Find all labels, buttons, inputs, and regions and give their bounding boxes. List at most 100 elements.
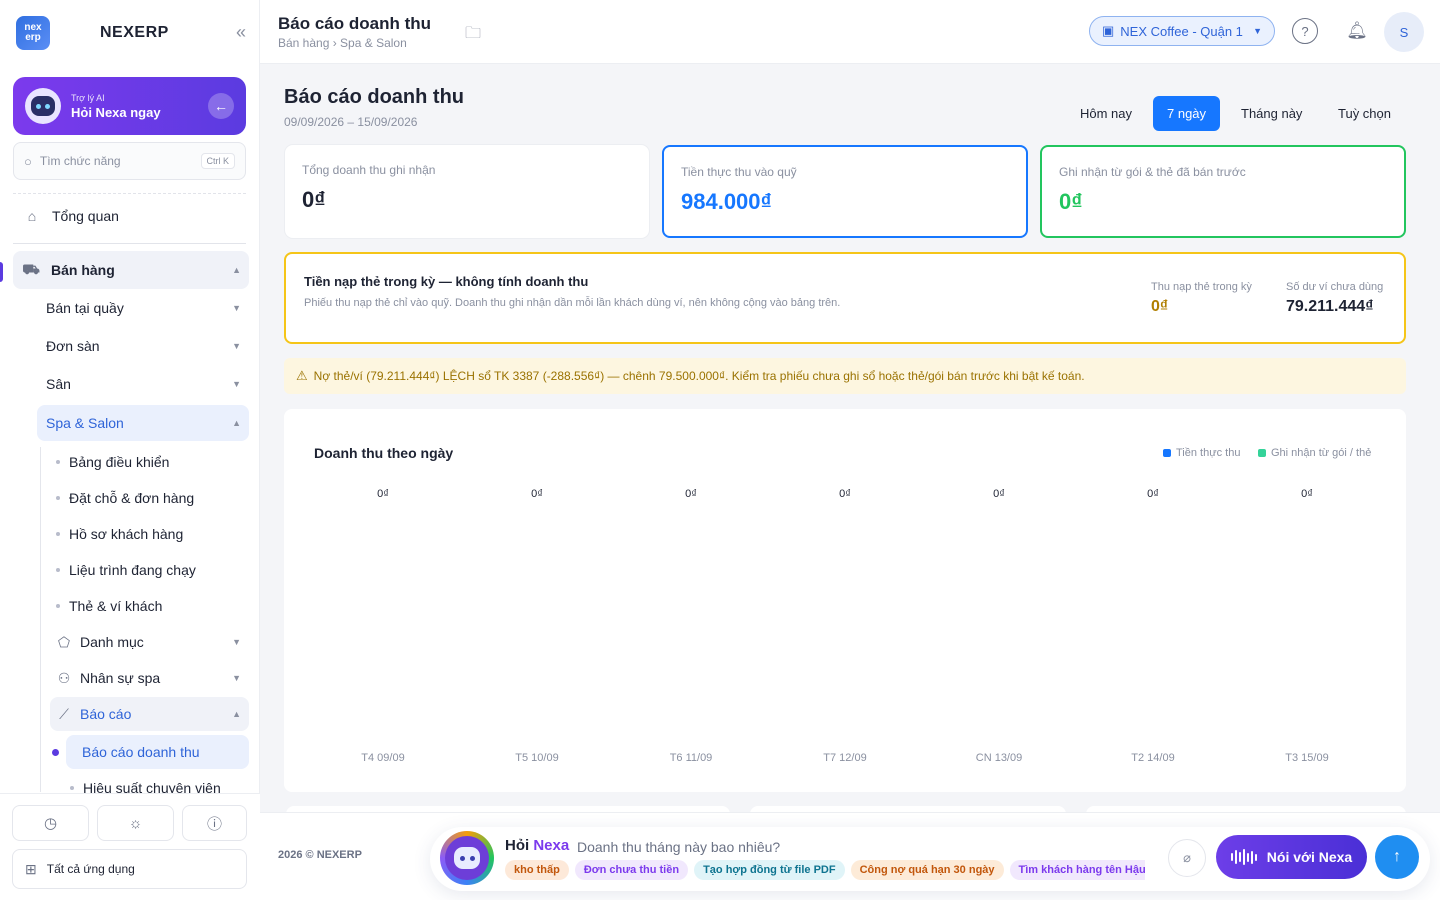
- notice-title: Tiền nạp thẻ trong kỳ — không tính doanh…: [304, 274, 589, 289]
- revenue-by-day-chart: Doanh thu theo ngày Tiền thực thu Ghi nh…: [284, 409, 1406, 792]
- collapse-sidebar-icon[interactable]: «: [236, 22, 246, 43]
- legend-cash[interactable]: Tiền thực thu: [1163, 447, 1240, 459]
- all-apps-button[interactable]: ⊞ Tất cả ứng dụng: [12, 849, 247, 889]
- talk-to-nexa-button[interactable]: Nói với Nexa: [1216, 835, 1367, 879]
- function-search[interactable]: ○ Tìm chức năng Ctrl K: [13, 142, 246, 180]
- x-axis-tick-label: T6 11/09: [669, 752, 713, 764]
- bar-value-label: 0₫: [377, 488, 389, 500]
- alert-circle-icon: ⓘ: [206, 815, 222, 833]
- nav-pos[interactable]: Bán tại quầy ▼: [46, 298, 249, 318]
- ask-title-brand: Nexa: [533, 837, 570, 854]
- suggestion-chips: kho thấp Đơn chưa thu tiền Tạo hợp đồng từ…: [505, 860, 1145, 882]
- nav-revenue-report[interactable]: Báo cáo doanh thu: [66, 735, 249, 769]
- bar-value-label: 0₫: [1301, 488, 1313, 500]
- topbar-title: Báo cáo doanh thu: [278, 14, 431, 33]
- nav-reports[interactable]: ⟋ Báo cáo ▲: [50, 697, 249, 731]
- nav-staff-label: Nhân sự spa: [80, 670, 161, 686]
- divider: [13, 193, 246, 194]
- ask-input[interactable]: Doanh thu tháng này bao nhiêu?: [577, 839, 780, 855]
- nav-spa-salon[interactable]: Spa & Salon ▲: [37, 405, 249, 441]
- cart-icon: ⛟: [22, 260, 40, 277]
- ask-title: Hỏi Nexa: [505, 837, 569, 854]
- range-7-days[interactable]: 7 ngày: [1153, 96, 1221, 131]
- tag-icon: ⬠: [57, 633, 71, 650]
- nav-sales[interactable]: ⛟ Bán hàng ▲: [13, 251, 249, 289]
- help-icon[interactable]: ?: [1292, 18, 1318, 44]
- brand[interactable]: nex erp NEXERP «: [16, 16, 246, 50]
- range-today[interactable]: Hôm nay: [1066, 96, 1146, 131]
- nav-overview[interactable]: ⌂ Tổng quan: [22, 205, 246, 227]
- suggestion-chip[interactable]: Tìm khách hàng tên Hậu: [1009, 860, 1145, 880]
- breadcrumb[interactable]: Bán hàng › Spa & Salon: [278, 36, 407, 50]
- store-icon: ▣: [1102, 23, 1115, 38]
- warning-icon: ⚠: [296, 368, 308, 383]
- user-icon: ⚇: [57, 669, 71, 686]
- bar-value-label: 0₫: [839, 488, 851, 500]
- nav-catalog[interactable]: ⬠ Danh mục ▼: [54, 632, 249, 652]
- arrow-left-icon[interactable]: ←: [208, 93, 234, 119]
- chevron-down-icon: ▼: [232, 303, 241, 313]
- bullet-dot: [70, 786, 74, 790]
- nav-spa-dashboard-label: Bảng điều khiển: [69, 454, 170, 470]
- nav-spa-bookings[interactable]: Đặt chỗ & đơn hàng: [56, 488, 194, 508]
- robot-icon: [25, 88, 61, 124]
- nav-overview-label: Tổng quan: [52, 208, 119, 224]
- bullet-dot: [56, 496, 60, 500]
- history-button[interactable]: ◷: [12, 805, 89, 841]
- copyright: 2026 © NEXERP: [278, 849, 362, 861]
- bell-icon[interactable]: 🔔︎: [1344, 18, 1370, 44]
- nav-spa-customers[interactable]: Hồ sơ khách hàng: [56, 524, 183, 544]
- kpi-value: 0₫: [302, 187, 326, 212]
- kpi-total-revenue: Tổng doanh thu ghi nhận 0₫: [285, 145, 649, 238]
- all-apps-label: Tất cả ứng dụng: [46, 862, 135, 876]
- alert-button[interactable]: ⓘ: [182, 805, 247, 841]
- kpi-prepaid-recognized: Ghi nhận từ gói & thẻ đã bán trước 0₫: [1040, 145, 1406, 238]
- x-axis-tick-label: T7 12/09: [823, 752, 867, 764]
- apps-grid-icon: ⊞: [25, 860, 37, 877]
- folder-icon[interactable]: 🗀: [465, 22, 481, 49]
- legend-prepaid[interactable]: Ghi nhận từ gói / thẻ: [1258, 447, 1371, 459]
- nav-court[interactable]: Sân ▼: [46, 374, 249, 394]
- chevron-down-icon: ▼: [1253, 26, 1262, 36]
- branch-label: NEX Coffee - Quận 1: [1120, 23, 1243, 39]
- range-this-month[interactable]: Tháng này: [1227, 96, 1316, 131]
- suggestion-chip[interactable]: Tạo hợp đồng từ file PDF: [694, 860, 845, 880]
- send-button[interactable]: ↑: [1375, 835, 1419, 879]
- nav-spa-cards-wallets[interactable]: Thẻ & ví khách: [56, 596, 162, 616]
- home-icon: ⌂: [27, 208, 37, 224]
- sidebar-bottom: ◷ ☼ ⓘ ⊞ Tất cả ứng dụng: [0, 793, 260, 900]
- branch-selector[interactable]: ▣ NEX Coffee - Quận 1 ▼: [1089, 16, 1275, 46]
- chart-line-icon: ⟋: [59, 705, 69, 722]
- topup-label: Thu nạp thẻ trong kỳ: [1151, 281, 1252, 293]
- suggestion-chip[interactable]: Đơn chưa thu tiền: [574, 860, 689, 880]
- range-custom[interactable]: Tuỳ chọn: [1324, 96, 1405, 131]
- search-input[interactable]: Tìm chức năng: [40, 154, 201, 168]
- tree-line: [40, 447, 41, 792]
- ai-assistant-card[interactable]: Trợ lý AI Hỏi Nexa ngay ←: [13, 77, 246, 135]
- topbar: Báo cáo doanh thu Bán hàng › Spa & Salon…: [260, 0, 1440, 64]
- nav-revenue-report-label: Báo cáo doanh thu: [82, 744, 200, 760]
- active-dot: [52, 749, 59, 756]
- chevron-down-icon: ▼: [232, 637, 241, 647]
- nav-spa-customers-label: Hồ sơ khách hàng: [69, 526, 184, 542]
- bar-value-label: 0₫: [993, 488, 1005, 500]
- nav-sales-label: Bán hàng: [51, 262, 115, 278]
- sidebar: nex erp NEXERP « Trợ lý AI Hỏi Nexa ngay…: [0, 0, 260, 900]
- suggestion-chip[interactable]: kho thấp: [505, 860, 569, 880]
- kpi-label: Tiền thực thu vào quỹ: [681, 165, 797, 179]
- theme-button[interactable]: ☼: [97, 805, 174, 841]
- kpi-value: 0₫: [1059, 189, 1083, 214]
- nav-spa-bookings-label: Đặt chỗ & đơn hàng: [69, 490, 195, 506]
- nav-spa-dashboard[interactable]: Bảng điều khiển: [56, 452, 169, 472]
- nav-spa-staff[interactable]: ⚇ Nhân sự spa ▼: [54, 668, 249, 688]
- paperclip-icon[interactable]: ⌀: [1168, 839, 1206, 877]
- nav-spa-label: Spa & Salon: [46, 415, 124, 431]
- avatar[interactable]: S: [1384, 12, 1424, 52]
- chevron-down-icon: ▼: [232, 341, 241, 351]
- nav-spa-treatments[interactable]: Liệu trình đang chạy: [56, 560, 196, 580]
- nexerp-logo: nex erp: [16, 16, 50, 50]
- nav-marketplace-orders[interactable]: Đơn sàn ▼: [46, 336, 249, 356]
- suggestion-chip[interactable]: Công nợ quá hạn 30 ngày: [850, 860, 1004, 880]
- notice-description: Phiếu thu nạp thẻ chỉ vào quỹ. Doanh thu…: [304, 297, 841, 309]
- search-shortcut: Ctrl K: [200, 153, 235, 169]
